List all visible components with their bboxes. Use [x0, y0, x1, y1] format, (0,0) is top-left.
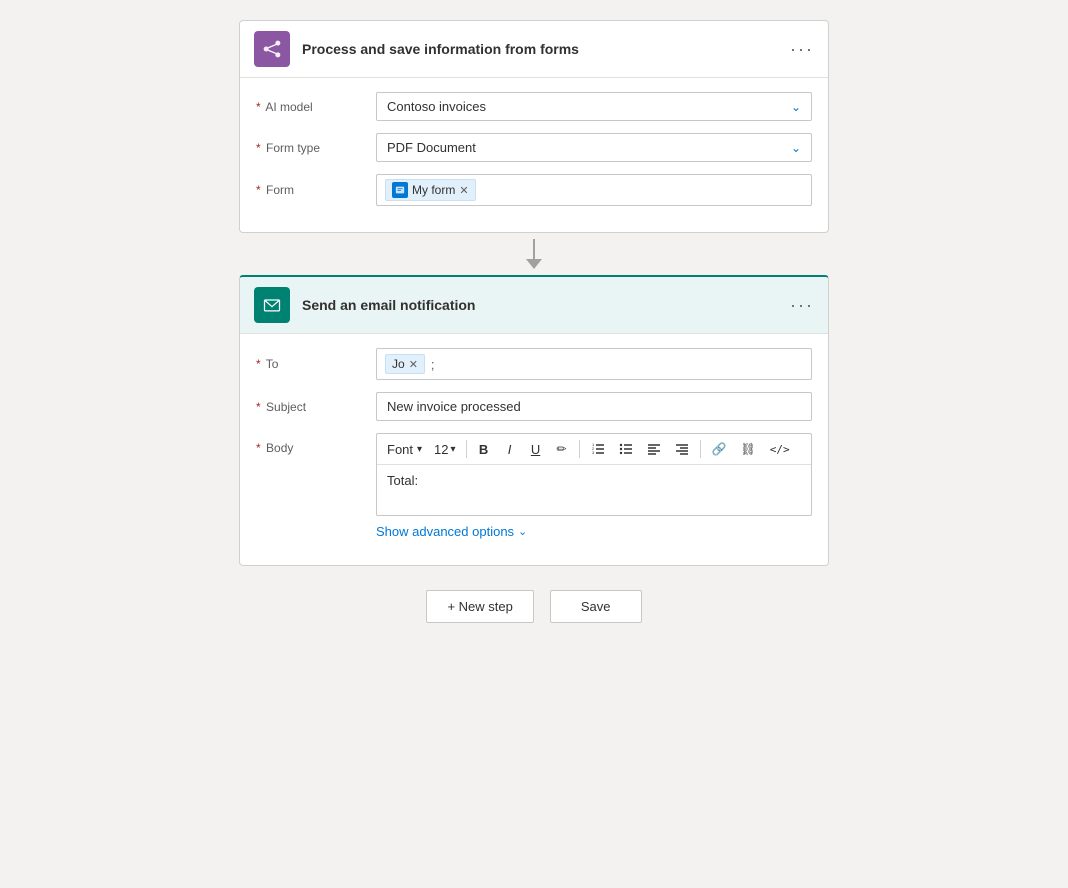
to-tag-label: Jo	[392, 357, 405, 371]
form-tag-input[interactable]: My form ✕	[376, 174, 812, 206]
align-left-button[interactable]	[642, 438, 666, 460]
subject-label: * Subject	[256, 400, 376, 414]
body-editor: Font ▾ 12 ▾ B I U ✏	[376, 433, 812, 516]
ai-model-value: Contoso invoices	[387, 99, 486, 114]
form-required-marker: *	[256, 183, 261, 197]
card1-header: Process and save information from forms …	[240, 21, 828, 78]
form-tag-close-icon[interactable]: ✕	[459, 184, 468, 197]
form-type-chevron-icon: ⌄	[791, 141, 801, 155]
show-advanced-options-button[interactable]: Show advanced options ⌄	[376, 524, 812, 539]
body-content[interactable]: Total:	[377, 465, 811, 515]
connector-arrow	[526, 239, 542, 269]
form-field-row: * Form My for	[256, 174, 812, 206]
body-required-marker: *	[256, 441, 261, 455]
bold-button[interactable]: B	[473, 438, 495, 460]
subject-input[interactable]	[376, 392, 812, 421]
form-type-required-marker: *	[256, 141, 261, 155]
font-select[interactable]: Font ▾	[383, 440, 426, 459]
card1-title: Process and save information from forms	[302, 41, 790, 57]
to-tag-close-icon[interactable]: ✕	[409, 358, 418, 371]
pen-button[interactable]: ✏	[551, 438, 573, 460]
form-type-value: PDF Document	[387, 140, 476, 155]
to-semicolon: ;	[431, 357, 435, 372]
bottom-actions: + New step Save	[426, 590, 641, 623]
ai-model-control: Contoso invoices ⌄	[376, 92, 812, 121]
underline-button[interactable]: U	[525, 438, 547, 460]
to-required-marker: *	[256, 357, 261, 371]
to-tag-input[interactable]: Jo ✕ ;	[376, 348, 812, 380]
font-size-value: 12	[434, 442, 448, 457]
form-tag-icon	[392, 182, 408, 198]
align-right-button[interactable]	[670, 438, 694, 460]
ordered-list-button[interactable]: 123	[586, 438, 610, 460]
card2-header: Send an email notification ···	[240, 277, 828, 334]
form-control: My form ✕	[376, 174, 812, 206]
email-icon	[254, 287, 290, 323]
body-text: Total:	[387, 473, 418, 488]
to-control: Jo ✕ ;	[376, 348, 812, 380]
form-type-label: * Form type	[256, 141, 376, 155]
ai-model-label: * AI model	[256, 100, 376, 114]
unordered-list-button[interactable]	[614, 438, 638, 460]
card2-body: * To Jo ✕ ; * Subject	[240, 334, 828, 565]
toolbar-sep-2	[579, 440, 580, 458]
form-tag: My form ✕	[385, 179, 476, 201]
form-tag-label: My form	[412, 183, 455, 197]
font-size-select[interactable]: 12 ▾	[430, 440, 460, 459]
subject-control	[376, 392, 812, 421]
font-chevron-icon: ▾	[417, 444, 422, 455]
italic-button[interactable]: I	[499, 438, 521, 460]
font-label: Font	[387, 442, 413, 457]
form-type-field-row: * Form type PDF Document ⌄	[256, 133, 812, 162]
body-control: Font ▾ 12 ▾ B I U ✏	[376, 433, 812, 539]
save-button[interactable]: Save	[550, 590, 642, 623]
ai-model-required-marker: *	[256, 100, 261, 114]
to-field-row: * To Jo ✕ ;	[256, 348, 812, 380]
card1-menu-button[interactable]: ···	[790, 40, 814, 58]
to-tag: Jo ✕	[385, 354, 425, 374]
unlink-button[interactable]: ⛓	[736, 438, 761, 460]
ai-model-field-row: * AI model Contoso invoices ⌄	[256, 92, 812, 121]
code-button[interactable]: </>	[765, 438, 795, 460]
to-label: * To	[256, 357, 376, 371]
advanced-options-chevron-icon: ⌄	[518, 525, 527, 538]
form-type-select[interactable]: PDF Document ⌄	[376, 133, 812, 162]
form-label: * Form	[256, 183, 376, 197]
toolbar-sep-1	[466, 440, 467, 458]
connector-arrowhead-icon	[526, 259, 542, 269]
card2-title: Send an email notification	[302, 297, 790, 313]
form-type-control: PDF Document ⌄	[376, 133, 812, 162]
editor-toolbar: Font ▾ 12 ▾ B I U ✏	[377, 434, 811, 465]
link-button[interactable]: 🔗	[707, 438, 732, 460]
ai-model-select[interactable]: Contoso invoices ⌄	[376, 92, 812, 121]
card-send-email: Send an email notification ··· * To Jo ✕…	[239, 275, 829, 566]
new-step-button[interactable]: + New step	[426, 590, 533, 623]
subject-required-marker: *	[256, 400, 261, 414]
body-field-row: * Body Font ▾ 12 ▾	[256, 433, 812, 539]
advanced-options-section: Show advanced options ⌄	[376, 524, 812, 539]
connector-line	[533, 239, 535, 259]
svg-text:3: 3	[592, 450, 595, 455]
card1-body: * AI model Contoso invoices ⌄ * Form typ…	[240, 78, 828, 232]
ai-model-icon	[254, 31, 290, 67]
card2-menu-button[interactable]: ···	[790, 296, 814, 314]
font-size-chevron-icon: ▾	[451, 444, 456, 455]
subject-field-row: * Subject	[256, 392, 812, 421]
card-process-forms: Process and save information from forms …	[239, 20, 829, 233]
body-label: * Body	[256, 433, 376, 455]
toolbar-sep-3	[700, 440, 701, 458]
advanced-options-label: Show advanced options	[376, 524, 514, 539]
ai-model-chevron-icon: ⌄	[791, 100, 801, 114]
